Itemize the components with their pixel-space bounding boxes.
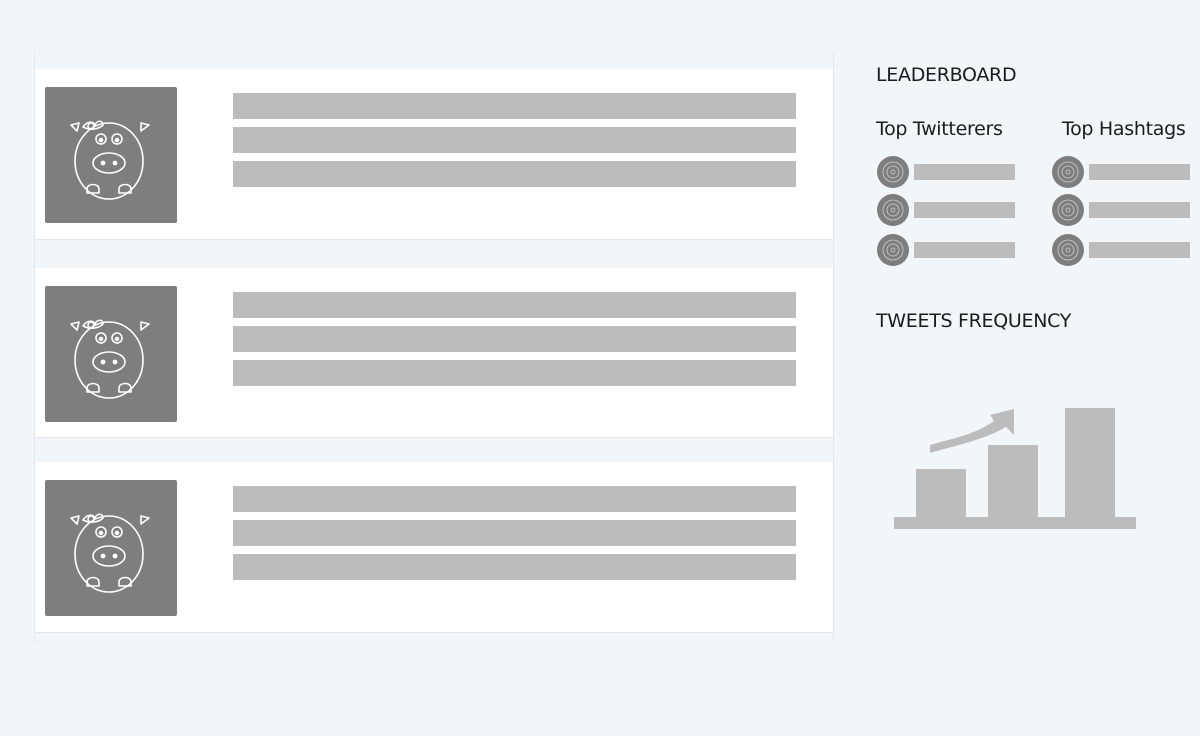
placeholder-line [233,127,796,153]
placeholder-line [1089,242,1190,258]
page: LEADERBOARD Top Twitterers Top Hashtags [0,0,1200,736]
tweet-feed [34,52,834,642]
leaderboard-title: LEADERBOARD [876,64,1017,86]
top-twitterers-title: Top Twitterers [876,118,1003,140]
hashtag-entry[interactable] [1052,234,1192,266]
avatar-placeholder-icon [1052,156,1084,188]
placeholder-line [233,161,796,187]
placeholder-line [233,360,796,386]
cow-avatar-icon [45,480,177,616]
hashtag-entry[interactable] [1052,194,1192,226]
placeholder-line [233,520,796,546]
hashtag-entry[interactable] [1052,156,1192,188]
avatar-placeholder-icon [877,194,909,226]
growth-chart-icon [894,408,1136,529]
placeholder-line [233,326,796,352]
avatar-placeholder-icon [877,156,909,188]
placeholder-line [233,93,796,119]
placeholder-line [914,242,1015,258]
placeholder-line [914,164,1015,180]
twitterer-entry[interactable] [877,156,1017,188]
placeholder-line [1089,164,1190,180]
avatar-placeholder-icon [1052,234,1084,266]
placeholder-line [1089,202,1190,218]
avatar-placeholder-icon [877,234,909,266]
top-hashtags-title: Top Hashtags [1062,118,1186,140]
cow-avatar-icon [45,87,177,223]
placeholder-line [233,486,796,512]
placeholder-line [233,292,796,318]
tweet-card[interactable] [35,462,833,633]
tweet-card[interactable] [35,268,833,438]
cow-avatar-icon [45,286,177,422]
placeholder-line [233,554,796,580]
twitterer-entry[interactable] [877,234,1017,266]
tweets-frequency-title: TWEETS FREQUENCY [876,310,1072,332]
avatar-placeholder-icon [1052,194,1084,226]
placeholder-line [914,202,1015,218]
twitterer-entry[interactable] [877,194,1017,226]
tweet-card[interactable] [35,69,833,240]
